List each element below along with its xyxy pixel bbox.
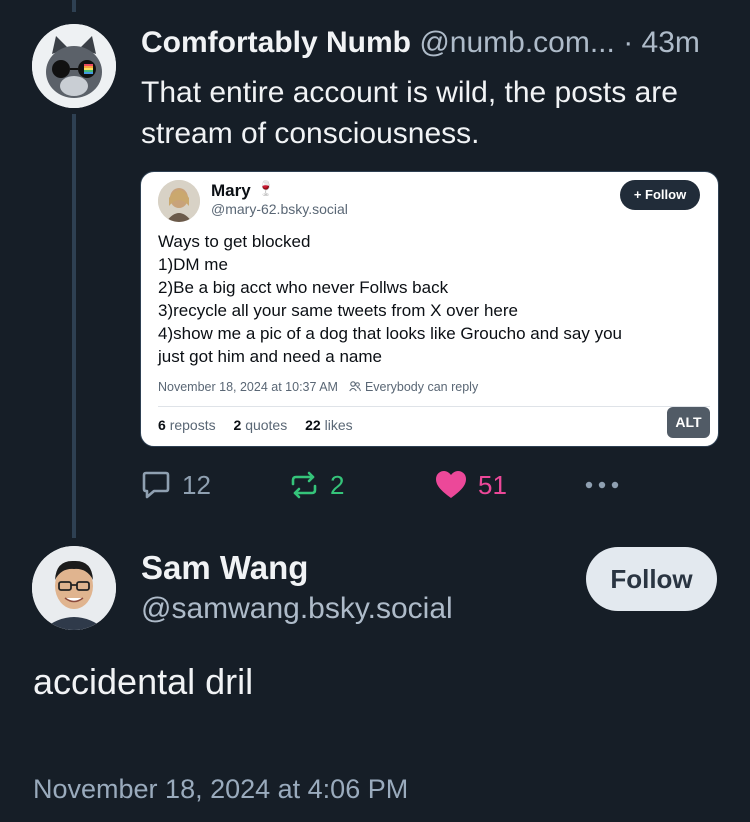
author-avatar[interactable] — [32, 24, 116, 108]
reply-button[interactable]: 12 — [140, 466, 211, 504]
wine-emoji: 🍷 — [257, 180, 275, 196]
embed-reply-setting: Everybody can reply — [364, 380, 479, 394]
repost-button[interactable]: 2 — [288, 466, 344, 504]
embed-avatar — [158, 180, 200, 222]
author-handle[interactable]: @numb.com... — [419, 26, 615, 59]
thread-line — [72, 114, 76, 538]
like-count: 51 — [478, 469, 507, 500]
sam-avatar-image — [32, 546, 116, 630]
post-text: That entire account is wild, the posts a… — [141, 76, 678, 150]
heart-icon — [436, 471, 466, 498]
embed-line: 2)Be a big acct who never Follws back — [158, 278, 449, 297]
embedded-image[interactable]: Mary 🍷 @mary-62.bsky.social + Follow Way… — [140, 171, 719, 447]
embed-stats: 6 reposts 2 quotes 22 likes — [158, 417, 367, 433]
repost-count: 2 — [330, 469, 345, 500]
author-name[interactable]: Comfortably Numb — [141, 26, 411, 59]
embed-author-name: Mary — [211, 181, 251, 200]
embed-reposts-count: 6 — [158, 417, 166, 433]
like-button[interactable]: 51 — [434, 466, 507, 504]
embed-likes-label: likes — [324, 417, 353, 433]
follow-button[interactable]: Follow — [586, 547, 717, 611]
repost-icon — [291, 471, 317, 499]
embed-timestamp: November 18, 2024 at 10:37 AM — [158, 380, 338, 394]
embed-line: 4)show me a pic of a dog that looks like… — [158, 324, 622, 343]
embed-line: 1)DM me — [158, 255, 228, 274]
main-author-name[interactable]: Sam Wang — [141, 549, 308, 587]
main-author-avatar[interactable] — [32, 546, 116, 630]
post-header: Comfortably Numb @numb.com... · 43m — [141, 26, 700, 60]
main-post-timestamp: November 18, 2024 at 4:06 PM — [33, 774, 409, 804]
embed-meta: November 18, 2024 at 10:37 AM Everybody … — [158, 380, 478, 394]
people-icon — [349, 380, 364, 394]
embed-author-handle: @mary-62.bsky.social — [211, 201, 348, 217]
embed-line: Ways to get blocked — [158, 232, 311, 251]
cat-avatar-image — [32, 24, 116, 108]
main-post-text: accidental dril — [33, 661, 254, 702]
more-icon — [585, 481, 619, 489]
embed-quotes-count: 2 — [233, 417, 242, 433]
embed-likes-count: 22 — [305, 417, 321, 433]
reply-count: 12 — [182, 469, 211, 500]
embed-line: 3)recycle all your same tweets from X ov… — [158, 301, 518, 320]
embed-quotes-label: quotes — [245, 417, 288, 433]
alt-badge[interactable]: ALT — [667, 407, 710, 438]
embed-post-text: Ways to get blocked 1)DM me 2)Be a big a… — [158, 230, 706, 368]
thread-line-top — [72, 0, 76, 12]
post-time[interactable]: 43m — [642, 26, 700, 59]
main-author-handle[interactable]: @samwang.bsky.social — [141, 592, 453, 626]
embed-divider — [158, 406, 710, 407]
more-options-button[interactable] — [584, 466, 620, 504]
time-separator: · — [614, 26, 642, 59]
embed-avatar-image — [158, 180, 200, 222]
embed-reposts-label: reposts — [169, 417, 216, 433]
embed-line: just got him and need a name — [158, 347, 382, 366]
reply-icon — [142, 471, 170, 499]
embed-follow-button: + Follow — [620, 180, 700, 210]
